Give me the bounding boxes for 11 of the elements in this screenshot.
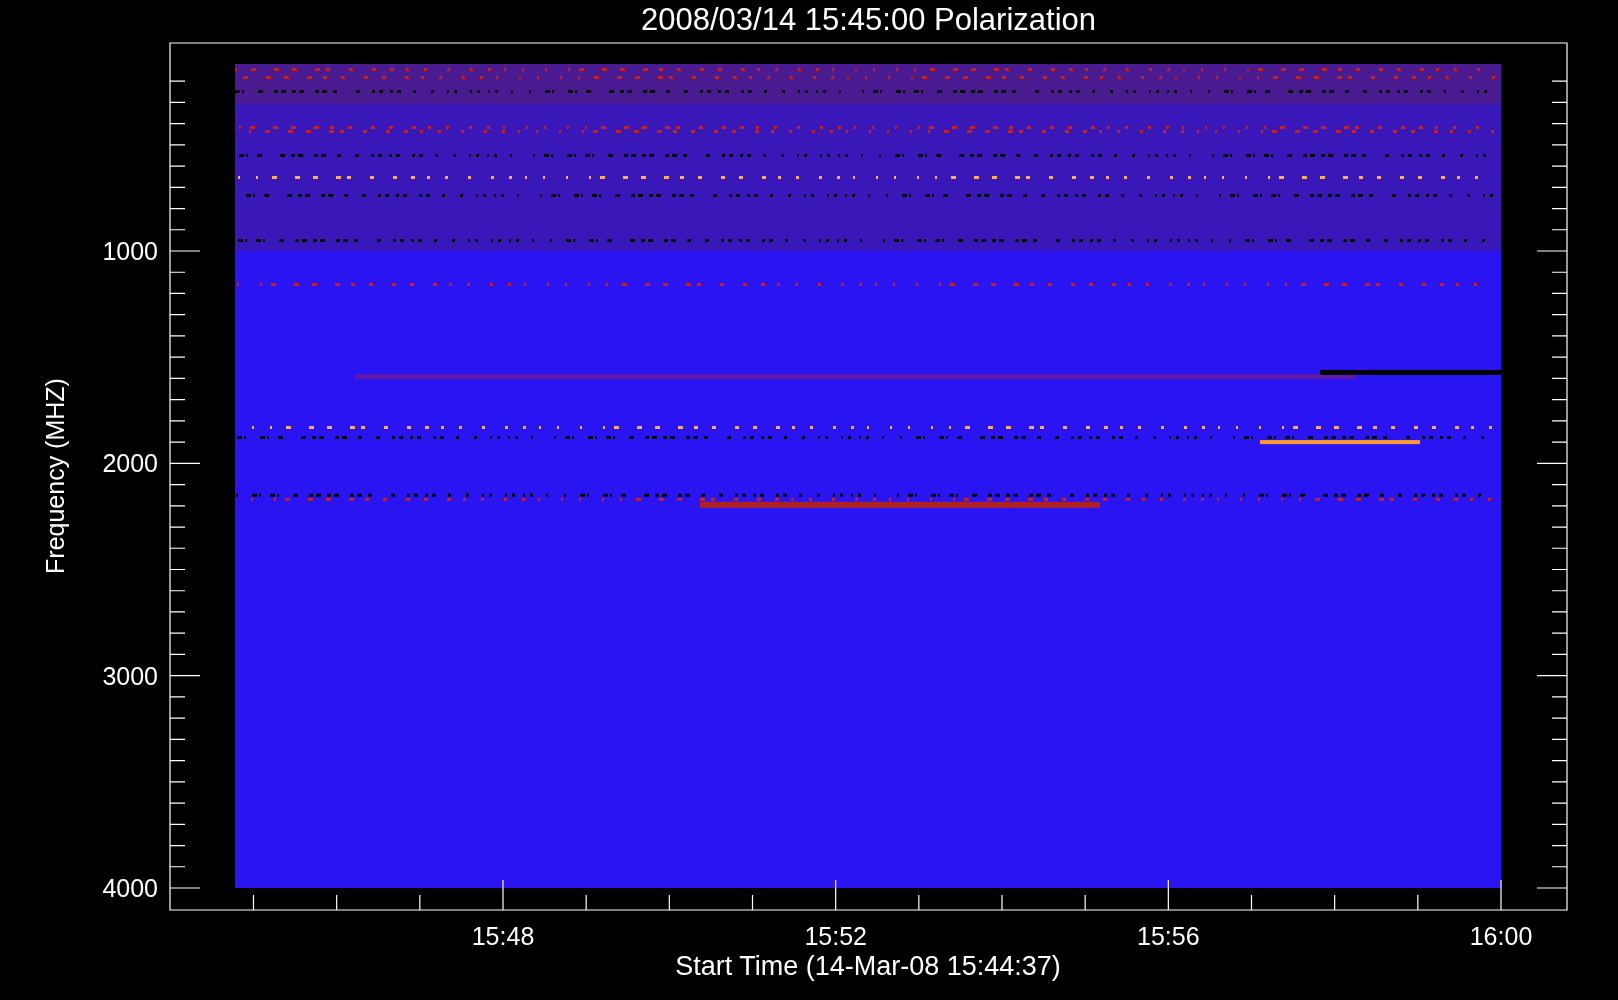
chart-title: 2008/03/14 15:45:00 Polarization xyxy=(641,2,1096,37)
x-tick-label: 15:56 xyxy=(1137,922,1200,950)
x-tick-label: 15:48 xyxy=(471,922,535,950)
x-axis-label: Start Time (14-Mar-08 15:44:37) xyxy=(675,951,1061,981)
y-tick-label: 3000 xyxy=(102,661,158,690)
x-tick-label: 15:52 xyxy=(804,922,867,950)
y-tick-label: 2000 xyxy=(102,449,158,478)
x-tick-label: 16:00 xyxy=(1469,922,1533,950)
y-tick-label: 4000 xyxy=(102,874,158,902)
y-tick-label: 1000 xyxy=(102,237,158,265)
y-axis-label: Frequency (MHZ) xyxy=(41,378,69,574)
